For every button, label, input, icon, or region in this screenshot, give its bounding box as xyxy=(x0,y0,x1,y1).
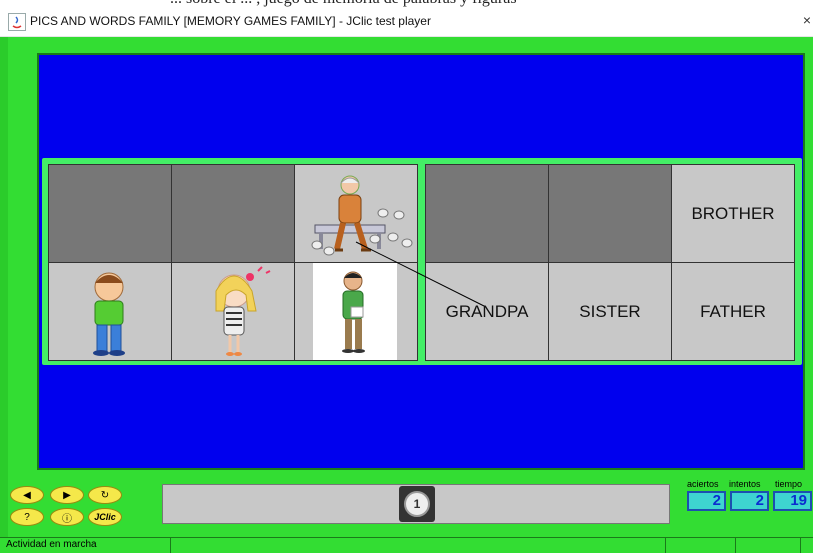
tiempo-label: tiempo xyxy=(775,479,803,489)
counters-panel: aciertos intentos tiempo 2 2 19 xyxy=(685,479,813,525)
aciertos-counter: 2 xyxy=(687,491,726,511)
brother-picture xyxy=(93,272,125,356)
intentos-label: intentos xyxy=(729,479,761,489)
card-hidden[interactable] xyxy=(426,165,548,262)
help-button[interactable]: ? xyxy=(10,508,44,526)
top-strip: ... sobre el ... , juego de memoria de p… xyxy=(0,0,813,8)
jclic-frame: BROTHER GRANDPA SISTER FATHER ◀ ▶ ↻ ? ⓘ … xyxy=(0,37,813,537)
reel-indicator: 1 xyxy=(399,486,435,522)
close-icon[interactable]: × xyxy=(803,12,811,28)
previous-activity-button[interactable]: ◀ xyxy=(10,486,44,504)
card-sister-picture[interactable] xyxy=(172,263,294,360)
card-word[interactable]: FATHER xyxy=(672,263,794,360)
top-strip-text: ... sobre el ... , juego de memoria de p… xyxy=(170,0,517,8)
java-app-icon xyxy=(8,13,26,31)
tiempo-counter: 19 xyxy=(773,491,812,511)
jclic-button[interactable]: JClic xyxy=(88,508,122,526)
reset-activity-button[interactable]: ↻ xyxy=(88,486,122,504)
status-divider xyxy=(800,538,801,553)
info-button[interactable]: ⓘ xyxy=(50,508,84,526)
game-board: BROTHER GRANDPA SISTER FATHER xyxy=(42,158,802,365)
window-title: PICS AND WORDS FAMILY [MEMORY GAMES FAMI… xyxy=(30,14,431,28)
aciertos-label: aciertos xyxy=(687,479,719,489)
card-father-picture[interactable] xyxy=(295,263,417,360)
status-bar: Actividad en marcha xyxy=(0,537,813,553)
card-hidden[interactable] xyxy=(172,165,294,262)
message-box: 1 xyxy=(162,484,670,524)
status-divider xyxy=(735,538,736,553)
status-divider xyxy=(170,538,171,553)
card-grandpa-picture[interactable] xyxy=(295,165,417,262)
player-controls: ◀ ▶ ↻ ? ⓘ JClic xyxy=(8,484,158,534)
status-divider xyxy=(665,538,666,553)
frame-edge xyxy=(0,37,8,537)
card-word[interactable]: SISTER xyxy=(549,263,671,360)
father-picture xyxy=(342,271,365,353)
title-bar: PICS AND WORDS FAMILY [MEMORY GAMES FAMI… xyxy=(0,8,813,37)
grandpa-picture xyxy=(311,175,413,256)
card-word[interactable]: BROTHER xyxy=(672,165,794,262)
word-grid: BROTHER GRANDPA SISTER FATHER xyxy=(425,164,795,361)
film-reel-icon: 1 xyxy=(404,491,430,517)
card-hidden[interactable] xyxy=(49,165,171,262)
card-brother-picture[interactable] xyxy=(49,263,171,360)
status-text: Actividad en marcha xyxy=(6,539,97,550)
card-word[interactable]: GRANDPA xyxy=(426,263,548,360)
sister-picture xyxy=(215,266,271,356)
card-hidden[interactable] xyxy=(549,165,671,262)
picture-grid xyxy=(48,164,418,361)
intentos-counter: 2 xyxy=(730,491,769,511)
activity-stage: BROTHER GRANDPA SISTER FATHER xyxy=(37,53,805,470)
next-activity-button[interactable]: ▶ xyxy=(50,486,84,504)
